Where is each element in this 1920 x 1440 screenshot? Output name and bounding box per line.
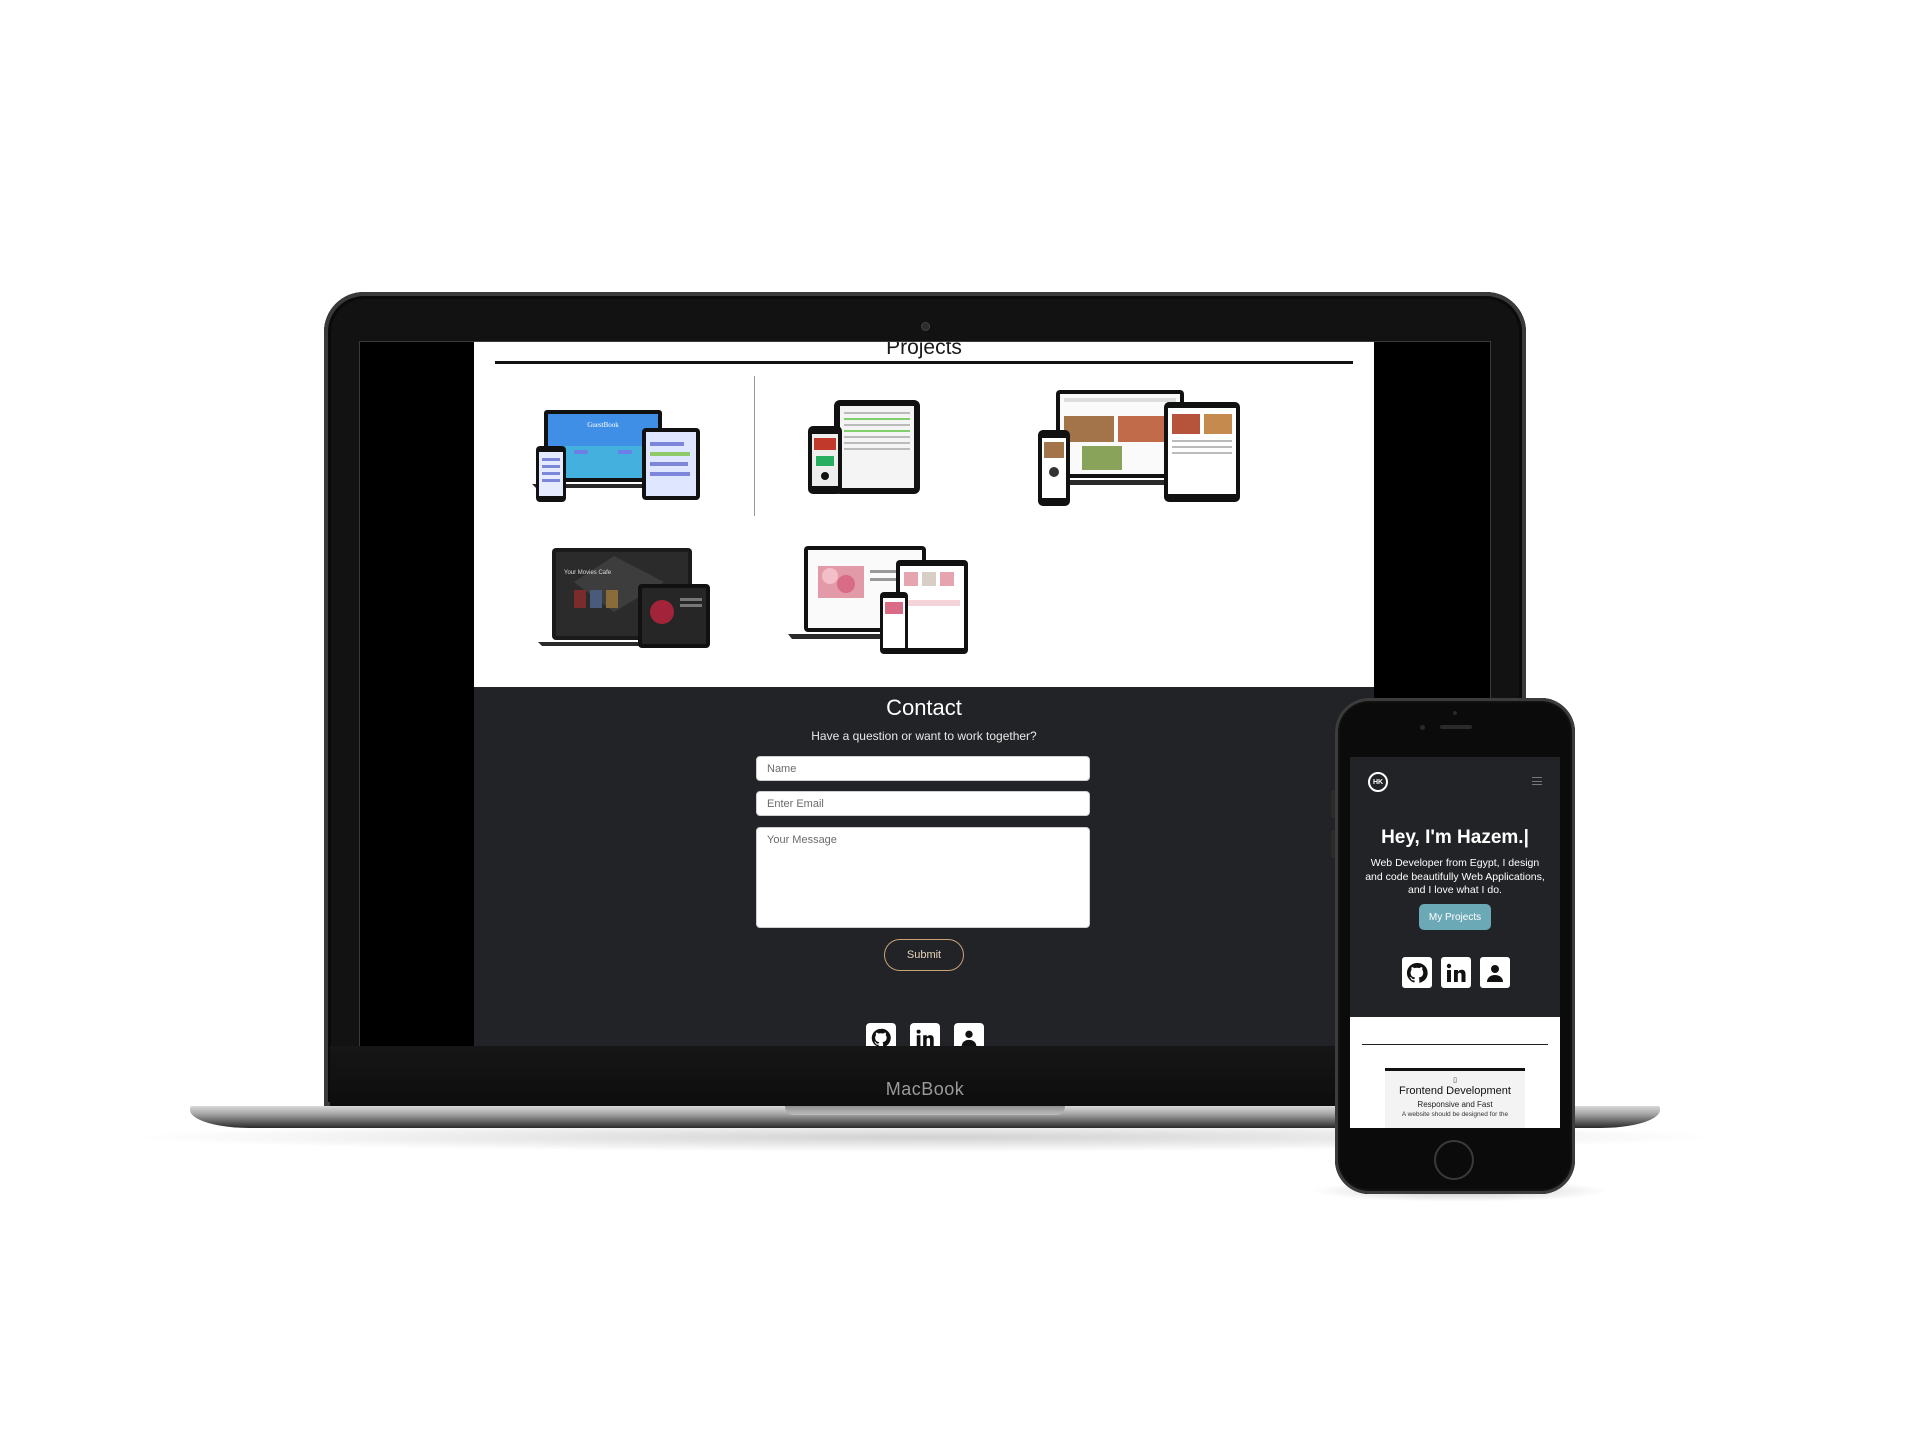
phone-volume-up — [1331, 790, 1335, 818]
projects-title: Projects — [886, 341, 962, 359]
project-column-divider — [754, 376, 755, 516]
user-contact-icon[interactable] — [1480, 957, 1510, 988]
user-contact-icon[interactable] — [954, 1023, 984, 1047]
movies-caption: Your Movies Cafe — [564, 570, 612, 576]
project-thumbnail-restaurant[interactable] — [1034, 386, 1244, 510]
submit-button[interactable]: Submit — [884, 939, 964, 971]
phone-screen: HK Hey, I'm Hazem.| Web Developer from E… — [1350, 757, 1560, 1128]
laptop-social-links — [866, 1023, 984, 1047]
phone-volume-down — [1331, 830, 1335, 858]
linkedin-icon[interactable] — [1441, 957, 1471, 988]
mobile-icon: ▯ — [1453, 1077, 1457, 1084]
message-field[interactable] — [756, 827, 1090, 928]
project-thumbnail-tablet-app[interactable] — [804, 396, 924, 500]
github-icon[interactable] — [866, 1023, 896, 1047]
project-thumbnail-guestbook[interactable]: GuestBook — [524, 402, 704, 502]
guestbook-caption: GuestBook — [587, 421, 619, 429]
contact-subtitle: Have a question or want to work together… — [811, 729, 1037, 743]
laptop-screen: Projects GuestBook Your Movies Cafe Cont… — [359, 341, 1491, 1048]
phone-camera — [1453, 711, 1457, 715]
project-thumbnail-flower-shop[interactable] — [784, 540, 984, 658]
site-logo[interactable]: HK — [1368, 772, 1388, 792]
phone-speaker — [1440, 725, 1472, 729]
linkedin-icon[interactable] — [910, 1023, 940, 1047]
project-thumbnail-movies[interactable]: Your Movies Cafe — [534, 542, 714, 654]
laptop-base-notch — [785, 1106, 1065, 1115]
github-icon[interactable] — [1402, 957, 1432, 988]
projects-section: Projects GuestBook Your Movies Cafe — [474, 342, 1374, 687]
services-section: ▯ Frontend Development Responsive and Fa… — [1350, 1017, 1560, 1128]
contact-title: Contact — [886, 695, 962, 720]
laptop-camera — [921, 322, 930, 331]
hero-title: Hey, I'm Hazem.| — [1381, 827, 1529, 848]
services-divider-line — [1362, 1044, 1548, 1045]
contact-section: Contact Have a question or want to work … — [474, 687, 1374, 1047]
hamburger-menu-icon[interactable] — [1532, 777, 1542, 785]
phone-sensor — [1420, 725, 1425, 730]
email-field[interactable] — [756, 791, 1090, 816]
projects-divider-line — [495, 361, 1353, 364]
service-card-frontend: ▯ Frontend Development Responsive and Fa… — [1385, 1068, 1525, 1128]
name-field[interactable] — [756, 756, 1090, 781]
phone-home-button[interactable] — [1434, 1140, 1474, 1180]
my-projects-button[interactable]: My Projects — [1419, 904, 1491, 930]
card-subtitle: Responsive and Fast — [1417, 1100, 1493, 1109]
phone-social-links — [1402, 957, 1510, 988]
card-text: A website should be designed for the — [1401, 1111, 1509, 1118]
card-title: Frontend Development — [1399, 1085, 1511, 1097]
hero-description: Web Developer from Egypt, I design and c… — [1365, 857, 1545, 896]
